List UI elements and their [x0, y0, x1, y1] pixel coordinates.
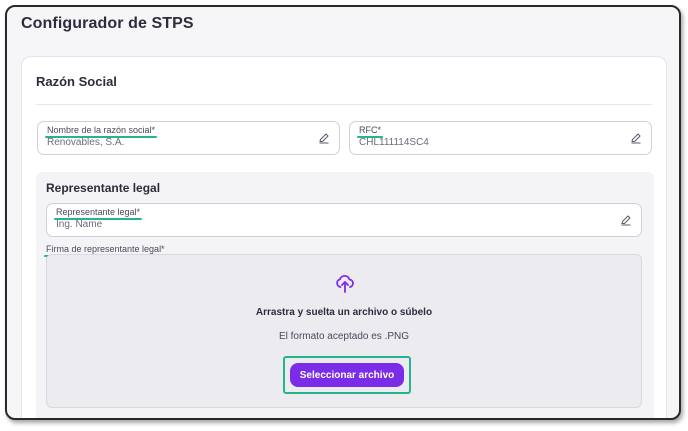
section-title-razon-social: Razón Social: [36, 74, 117, 89]
representante-legal-field[interactable]: Representante legal* Ing. Name: [46, 203, 642, 237]
select-file-button[interactable]: Seleccionar archivo: [290, 363, 404, 387]
firma-label: Firma de representante legal*: [44, 244, 167, 257]
edit-pencil-icon[interactable]: [318, 132, 330, 144]
representante-legal-label: Representante legal*: [53, 207, 143, 220]
signature-dropzone[interactable]: Arrastra y suelta un archivo o súbelo El…: [46, 254, 642, 408]
razon-social-name-label: Nombre de la razón social*: [44, 125, 158, 138]
edit-pencil-icon[interactable]: [630, 132, 642, 144]
select-file-highlight: Seleccionar archivo: [283, 356, 411, 394]
dropzone-title: Arrastra y suelta un archivo o súbelo: [255, 307, 433, 318]
edit-pencil-icon[interactable]: [620, 214, 632, 226]
representante-legal-section: Representante legal Representante legal*…: [36, 172, 654, 418]
page-title: Configurador de STPS: [21, 15, 194, 32]
razon-social-card: Razón Social Nombre de la razón social* …: [21, 56, 667, 418]
razon-social-name-value: Renovables, S.A.: [47, 137, 125, 148]
representante-legal-value: Ing. Name: [56, 219, 103, 230]
rfc-label: RFC*: [357, 125, 383, 138]
accepted-format-text: El formato aceptado es .PNG: [278, 331, 410, 342]
app-window: Configurador de STPS Razón Social Nombre…: [5, 5, 681, 420]
rfc-field[interactable]: RFC* CHL111114SC4: [349, 121, 652, 155]
razon-social-name-field[interactable]: Nombre de la razón social* Renovables, S…: [37, 121, 340, 155]
rfc-value: CHL111114SC4: [359, 137, 429, 148]
section-title-representante: Representante legal: [46, 181, 161, 195]
upload-cloud-icon: [336, 275, 354, 293]
divider: [36, 104, 652, 105]
